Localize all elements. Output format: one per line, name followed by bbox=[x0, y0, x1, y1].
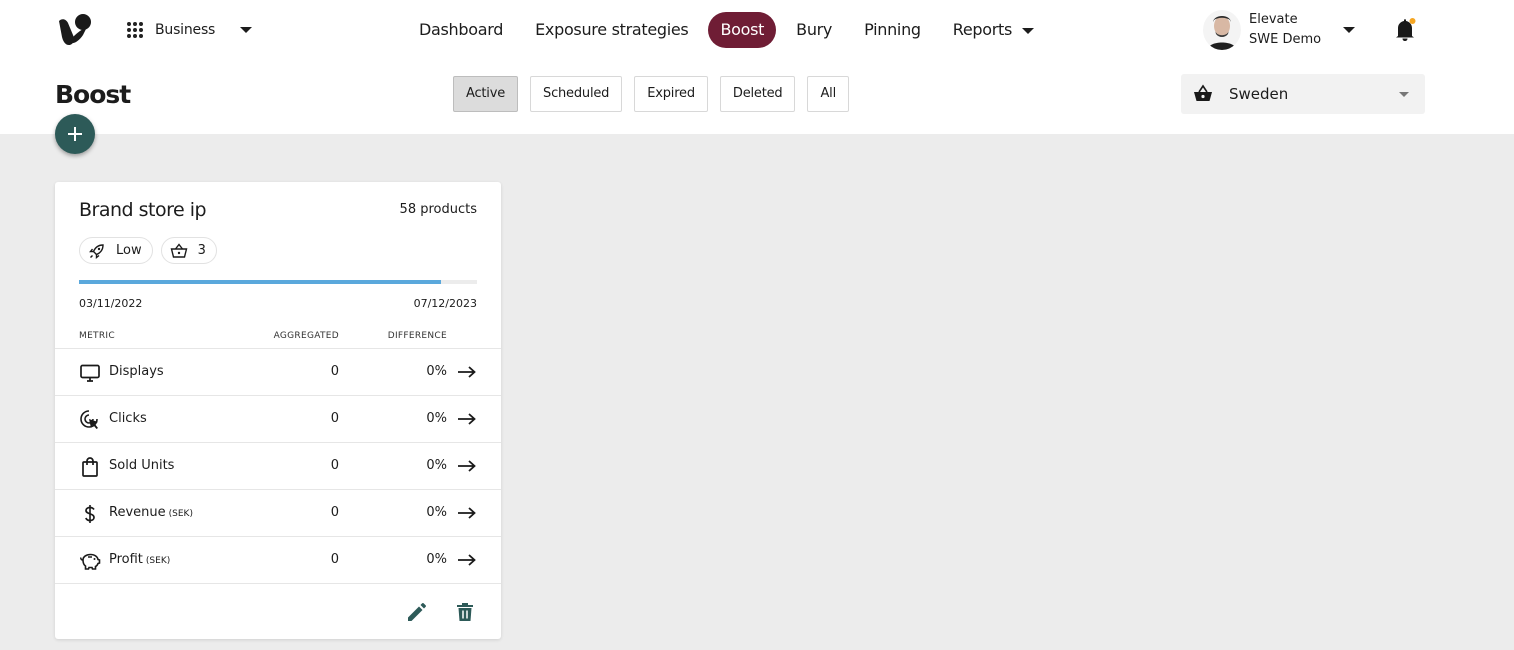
apps-grid-icon bbox=[127, 22, 143, 38]
nav-pinning[interactable]: Pinning bbox=[848, 12, 937, 48]
metric-label: Displays bbox=[109, 364, 164, 379]
app-logo[interactable] bbox=[57, 13, 93, 47]
metrics-table: Displays 0 0% Clicks 0 0% Sold Units 0 0… bbox=[55, 348, 501, 584]
metric-difference: 0% bbox=[426, 364, 447, 379]
workspace-label: Business bbox=[155, 22, 216, 38]
filter-all[interactable]: All bbox=[807, 76, 850, 112]
boost-card[interactable]: Brand store ip 58 products Low 3 03/11/2… bbox=[55, 182, 501, 639]
metric-row-displays: Displays 0 0% bbox=[55, 348, 501, 395]
arrow-right-icon bbox=[458, 554, 476, 566]
monitor-icon bbox=[80, 364, 100, 382]
boost-level-chip: Low bbox=[79, 237, 153, 264]
click-icon bbox=[80, 410, 98, 429]
card-title: Brand store ip bbox=[79, 199, 207, 221]
chevron-down-icon bbox=[1399, 91, 1409, 97]
nav-reports[interactable]: Reports bbox=[937, 12, 1050, 48]
metric-difference: 0% bbox=[426, 505, 447, 520]
metric-aggregated: 0 bbox=[330, 505, 339, 520]
basket-icon bbox=[1194, 84, 1212, 101]
metric-difference: 0% bbox=[426, 411, 447, 426]
table-divider bbox=[55, 583, 501, 584]
end-date: 07/12/2023 bbox=[413, 297, 477, 310]
metric-row-sold-units: Sold Units 0 0% bbox=[55, 442, 501, 489]
edit-button[interactable] bbox=[405, 600, 429, 624]
piggy-bank-icon bbox=[80, 553, 101, 570]
metric-label: Revenue (SEK) bbox=[109, 505, 193, 520]
chevron-down-icon bbox=[1022, 27, 1035, 34]
metrics-table-header: METRIC AGGREGATED DIFFERENCE bbox=[55, 330, 501, 348]
nav-dashboard[interactable]: Dashboard bbox=[403, 12, 519, 48]
column-header-aggregated: AGGREGATED bbox=[273, 331, 339, 341]
metric-difference: 0% bbox=[426, 458, 447, 473]
top-bar: Business Dashboard Exposure strategies B… bbox=[0, 0, 1514, 134]
rocket-icon bbox=[89, 243, 104, 259]
metric-aggregated: 0 bbox=[330, 458, 339, 473]
metric-aggregated: 0 bbox=[330, 364, 339, 379]
filter-deleted[interactable]: Deleted bbox=[719, 76, 796, 112]
dollar-icon bbox=[85, 505, 95, 523]
nav-bury[interactable]: Bury bbox=[780, 12, 848, 48]
notification-bell-icon[interactable] bbox=[1393, 17, 1417, 43]
card-actions bbox=[381, 600, 477, 624]
column-header-difference: DIFFERENCE bbox=[387, 331, 447, 341]
card-chips: Low 3 bbox=[79, 237, 225, 264]
add-boost-button[interactable] bbox=[55, 114, 95, 154]
product-count: 58 products bbox=[399, 202, 477, 217]
arrow-right-icon bbox=[458, 507, 476, 519]
metric-row-profit: Profit (SEK) 0 0% bbox=[55, 536, 501, 583]
nav-exposure-strategies[interactable]: Exposure strategies bbox=[519, 12, 704, 48]
arrow-right-icon bbox=[458, 413, 476, 425]
notification-dot bbox=[1409, 18, 1416, 24]
arrow-right-icon bbox=[458, 366, 476, 378]
basket-count-chip: 3 bbox=[160, 237, 217, 264]
filter-scheduled[interactable]: Scheduled bbox=[530, 76, 623, 112]
workspace-switcher[interactable]: Business bbox=[126, 18, 253, 42]
user-org: SWE Demo bbox=[1249, 32, 1322, 47]
user-menu[interactable]: Elevate SWE Demo bbox=[1203, 9, 1356, 51]
campaign-progress-bar bbox=[79, 280, 477, 284]
nav-reports-label: Reports bbox=[952, 20, 1013, 39]
plus-icon bbox=[68, 127, 82, 141]
metric-label: Profit (SEK) bbox=[109, 552, 171, 567]
page-title: Boost bbox=[55, 80, 131, 109]
market-select[interactable]: Sweden bbox=[1181, 74, 1425, 114]
filter-active[interactable]: Active bbox=[453, 76, 519, 112]
market-select-value: Sweden bbox=[1229, 85, 1289, 103]
basket-icon bbox=[170, 242, 188, 258]
arrow-right-icon bbox=[458, 460, 476, 472]
nav-boost[interactable]: Boost bbox=[708, 12, 777, 48]
pencil-icon bbox=[408, 603, 426, 621]
metric-label: Sold Units bbox=[109, 458, 175, 473]
metric-aggregated: 0 bbox=[330, 411, 339, 426]
trash-icon bbox=[457, 603, 473, 621]
shopping-bag-icon bbox=[82, 457, 98, 477]
metric-row-revenue: Revenue (SEK) 0 0% bbox=[55, 489, 501, 536]
chevron-down-icon bbox=[1343, 27, 1356, 33]
basket-count: 3 bbox=[197, 243, 206, 258]
boost-level-label: Low bbox=[116, 243, 142, 258]
start-date: 03/11/2022 bbox=[79, 297, 143, 310]
metric-difference: 0% bbox=[426, 552, 447, 567]
metric-row-clicks: Clicks 0 0% bbox=[55, 395, 501, 442]
filter-expired[interactable]: Expired bbox=[634, 76, 708, 112]
main-nav: Dashboard Exposure strategies Boost Bury… bbox=[403, 12, 1050, 48]
metric-aggregated: 0 bbox=[330, 552, 339, 567]
delete-button[interactable] bbox=[453, 600, 477, 624]
avatar bbox=[1203, 10, 1241, 50]
campaign-progress-fill bbox=[79, 280, 442, 284]
column-header-metric: METRIC bbox=[79, 331, 115, 341]
status-filter-tabs: Active Scheduled Expired Deleted All bbox=[453, 76, 861, 112]
metric-label: Clicks bbox=[109, 411, 147, 426]
user-name: Elevate bbox=[1249, 12, 1298, 27]
chevron-down-icon bbox=[240, 27, 253, 33]
